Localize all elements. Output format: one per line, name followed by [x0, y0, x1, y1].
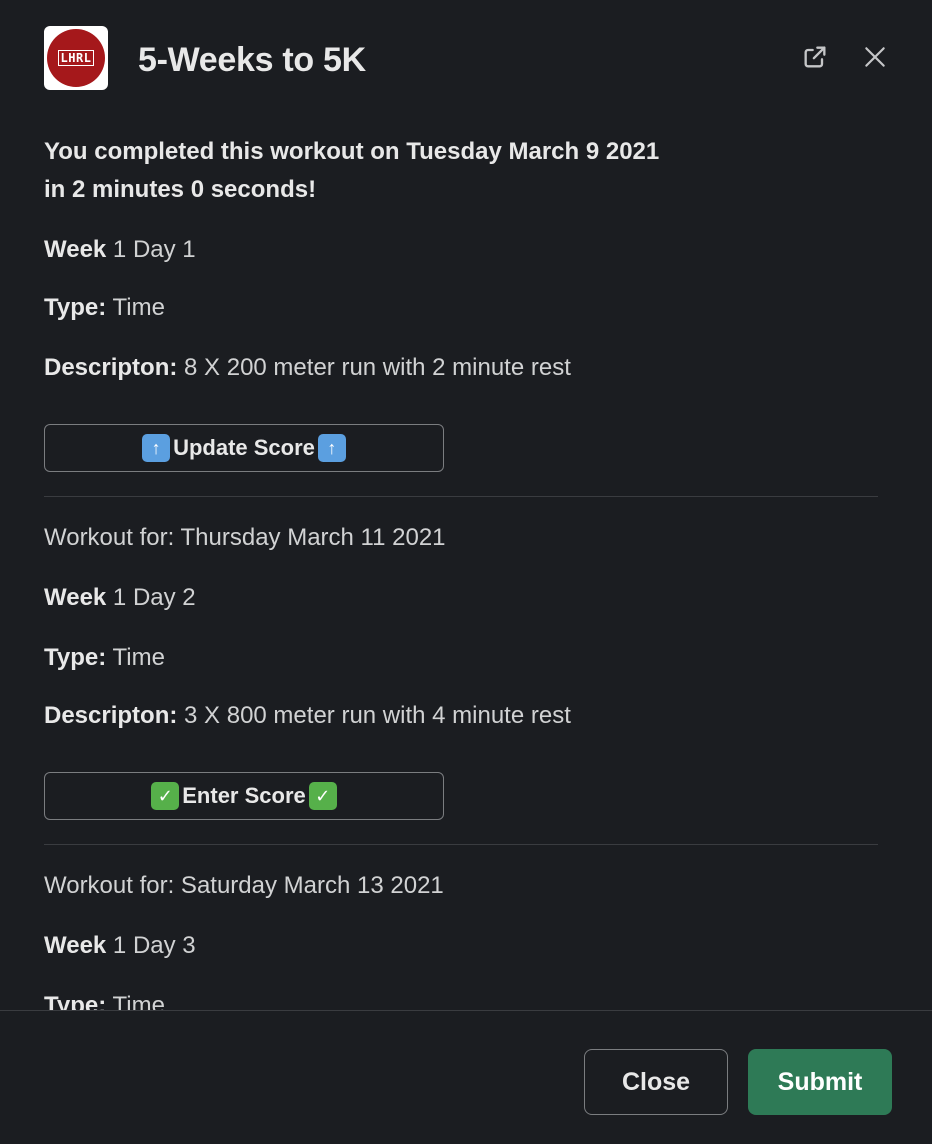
- type-label: Type:: [44, 294, 107, 321]
- close-button[interactable]: Close: [584, 1049, 728, 1115]
- week-value: 1 Day 2: [106, 584, 196, 611]
- workout-2-week: Week 1 Day 2: [44, 581, 196, 615]
- type-value: Time: [106, 294, 165, 321]
- workout-modal: LHRL 5-Weeks to 5K You completed this wo…: [0, 0, 932, 1144]
- modal-body: You completed this workout on Tuesday Ma…: [44, 118, 878, 1010]
- workout-2-description: Descripton: 3 X 800 meter run with 4 min…: [44, 699, 571, 733]
- check-mark-emoji-icon: ✓: [151, 782, 180, 810]
- section-divider: [44, 496, 878, 497]
- description-label: Descripton:: [44, 354, 178, 381]
- workout-2-type: Type: Time: [44, 641, 165, 675]
- week-label: Week: [44, 236, 107, 263]
- logo-disc: LHRL: [47, 29, 105, 87]
- check-mark-emoji-icon: ✓: [308, 782, 337, 810]
- enter-score-label: Enter Score: [182, 783, 306, 808]
- description-value: 3 X 800 meter run with 4 minute rest: [177, 702, 571, 729]
- section-divider: [44, 844, 878, 845]
- open-in-new-window-icon[interactable]: [800, 42, 830, 72]
- logo-text: LHRL: [57, 50, 95, 66]
- type-label: Type:: [44, 644, 107, 671]
- week-label: Week: [44, 932, 107, 959]
- week-label: Week: [44, 584, 107, 611]
- close-icon[interactable]: [860, 42, 890, 72]
- update-score-label: Update Score: [173, 435, 315, 460]
- type-label: Type:: [44, 992, 107, 1010]
- description-label: Descripton:: [44, 702, 178, 729]
- type-value: Time: [106, 644, 165, 671]
- modal-header: LHRL 5-Weeks to 5K: [0, 0, 932, 118]
- workout-3-date: Workout for: Saturday March 13 2021: [44, 872, 444, 899]
- workout-3-week: Week 1 Day 3: [44, 929, 196, 963]
- modal-footer: Close Submit: [0, 1010, 932, 1144]
- description-value: 8 X 200 meter run with 2 minute rest: [177, 354, 571, 381]
- workout-2-date: Workout for: Thursday March 11 2021: [44, 524, 446, 551]
- modal-title: 5-Weeks to 5K: [138, 41, 366, 79]
- update-score-button[interactable]: ↑ Update Score ↑: [44, 424, 444, 472]
- up-arrow-emoji-icon: ↑: [317, 434, 346, 462]
- week-value: 1 Day 3: [106, 932, 196, 959]
- workout-1-week: Week 1 Day 1: [44, 233, 196, 267]
- submit-button[interactable]: Submit: [748, 1049, 892, 1115]
- completed-message-line2: in 2 minutes 0 seconds!: [44, 176, 317, 203]
- up-arrow-emoji-icon: ↑: [142, 434, 171, 462]
- type-value: Time: [106, 992, 165, 1010]
- completed-message-line1: You completed this workout on Tuesday Ma…: [44, 138, 660, 165]
- workout-3-type: Type: Time: [44, 989, 165, 1010]
- week-value: 1 Day 1: [106, 236, 196, 263]
- enter-score-button[interactable]: ✓ Enter Score ✓: [44, 772, 444, 820]
- workout-1-type: Type: Time: [44, 291, 165, 325]
- workout-1-description: Descripton: 8 X 200 meter run with 2 min…: [44, 351, 571, 385]
- app-logo: LHRL: [44, 26, 108, 90]
